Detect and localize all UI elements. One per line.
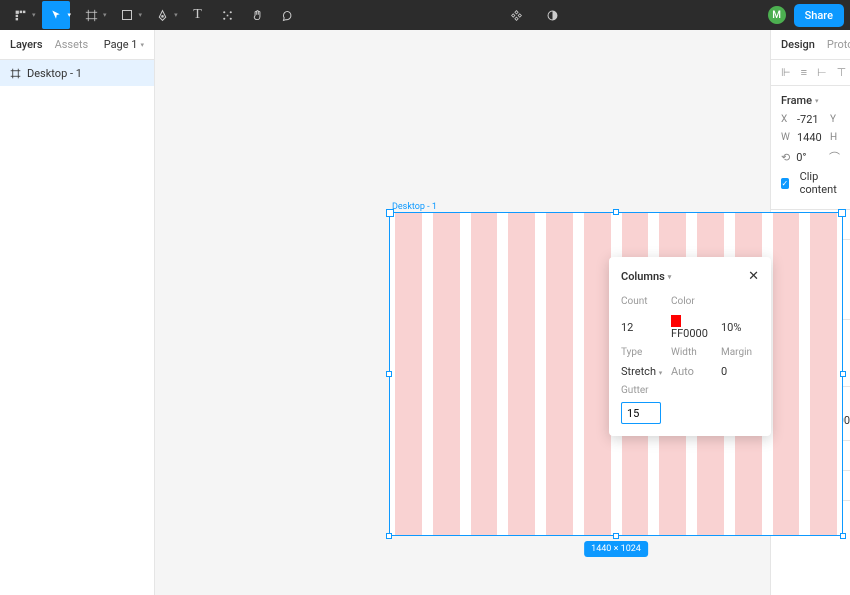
layout-grid-popup: Columns▾ ✕ Count Color 12 FF0000 10% Typ… xyxy=(609,257,771,436)
share-button[interactable]: Share xyxy=(794,4,844,27)
layers-panel: Layers Assets Page 1 ▾ Desktop - 1 xyxy=(0,30,155,595)
chevron-down-icon[interactable]: ▾ xyxy=(103,11,107,19)
clip-content-label: Clip content xyxy=(800,170,840,196)
chevron-down-icon[interactable]: ▾ xyxy=(68,11,72,19)
popup-title[interactable]: Columns▾ xyxy=(621,270,671,283)
w-label: W xyxy=(781,132,791,143)
h-label: H xyxy=(830,132,840,143)
layer-label: Desktop - 1 xyxy=(27,67,82,80)
dimensions-label: 1440 × 1024 xyxy=(584,541,648,557)
tab-design[interactable]: Design xyxy=(781,38,815,51)
comment-tool-icon[interactable] xyxy=(274,1,302,29)
toolbar-right: M Share xyxy=(768,4,844,27)
top-toolbar: ▾ ▾ ▾ ▾ ▾ T M Share xyxy=(0,0,850,30)
page-selector[interactable]: Page 1 ▾ xyxy=(104,38,144,51)
close-icon[interactable]: ✕ xyxy=(748,269,759,284)
w-input[interactable]: 1440 xyxy=(797,131,822,144)
gutter-input[interactable] xyxy=(621,402,661,424)
component-icon[interactable] xyxy=(503,1,531,29)
frame-section-title[interactable]: Frame xyxy=(781,94,812,107)
color-input[interactable]: FF0000 xyxy=(671,314,717,340)
shape-tool-icon[interactable] xyxy=(113,1,141,29)
x-label: X xyxy=(781,114,791,125)
align-controls: ⊩ ≡ ⊢ ⊤ xyxy=(771,60,850,86)
width-input[interactable]: Auto xyxy=(671,365,717,378)
color-swatch[interactable] xyxy=(671,315,681,327)
rotation-input[interactable]: 0° xyxy=(796,151,806,164)
menu-icon[interactable] xyxy=(6,1,34,29)
frame-tool-icon[interactable] xyxy=(77,1,105,29)
chevron-down-icon[interactable]: ▾ xyxy=(32,11,36,19)
align-left-icon[interactable]: ⊩ xyxy=(781,66,791,79)
gutter-label: Gutter xyxy=(621,385,667,396)
color-label: Color xyxy=(671,296,717,307)
count-input[interactable]: 12 xyxy=(621,321,667,334)
corner-radius-icon: ⌒ xyxy=(829,149,840,165)
x-input[interactable]: -721 xyxy=(797,113,819,126)
count-label: Count xyxy=(621,296,667,307)
frame-name-label[interactable]: Desktop - 1 xyxy=(392,202,437,212)
align-top-icon[interactable]: ⊤ xyxy=(837,66,847,79)
hand-tool-icon[interactable] xyxy=(244,1,272,29)
move-tool-icon[interactable] xyxy=(42,1,70,29)
avatar[interactable]: M xyxy=(768,6,786,24)
toolbar-center xyxy=(503,1,567,29)
layer-item[interactable]: Desktop - 1 xyxy=(0,60,154,86)
mask-icon[interactable] xyxy=(539,1,567,29)
y-label: Y xyxy=(830,114,840,125)
margin-label: Margin xyxy=(721,347,761,358)
frame-icon xyxy=(10,68,21,79)
resources-icon[interactable] xyxy=(214,1,242,29)
tab-assets[interactable]: Assets xyxy=(55,38,89,51)
tab-layers[interactable]: Layers xyxy=(10,38,43,51)
chevron-down-icon[interactable]: ▾ xyxy=(174,11,178,19)
pen-tool-icon[interactable] xyxy=(148,1,176,29)
width-label: Width xyxy=(671,347,717,358)
type-select[interactable]: Stretch ▾ xyxy=(621,365,667,378)
margin-input[interactable]: 0 xyxy=(721,365,761,378)
opacity-input[interactable]: 10% xyxy=(721,321,761,334)
toolbar-tools: ▾ ▾ ▾ ▾ ▾ T xyxy=(6,1,302,29)
chevron-down-icon[interactable]: ▾ xyxy=(139,11,143,19)
align-right-icon[interactable]: ⊢ xyxy=(817,66,827,79)
type-label: Type xyxy=(621,347,667,358)
text-tool-icon[interactable]: T xyxy=(184,1,212,29)
tab-prototype[interactable]: Prototype xyxy=(827,38,850,51)
clip-checkbox[interactable]: ✓ xyxy=(781,178,789,189)
rotation-icon: ⟲ xyxy=(781,151,790,164)
align-hcenter-icon[interactable]: ≡ xyxy=(801,66,807,79)
